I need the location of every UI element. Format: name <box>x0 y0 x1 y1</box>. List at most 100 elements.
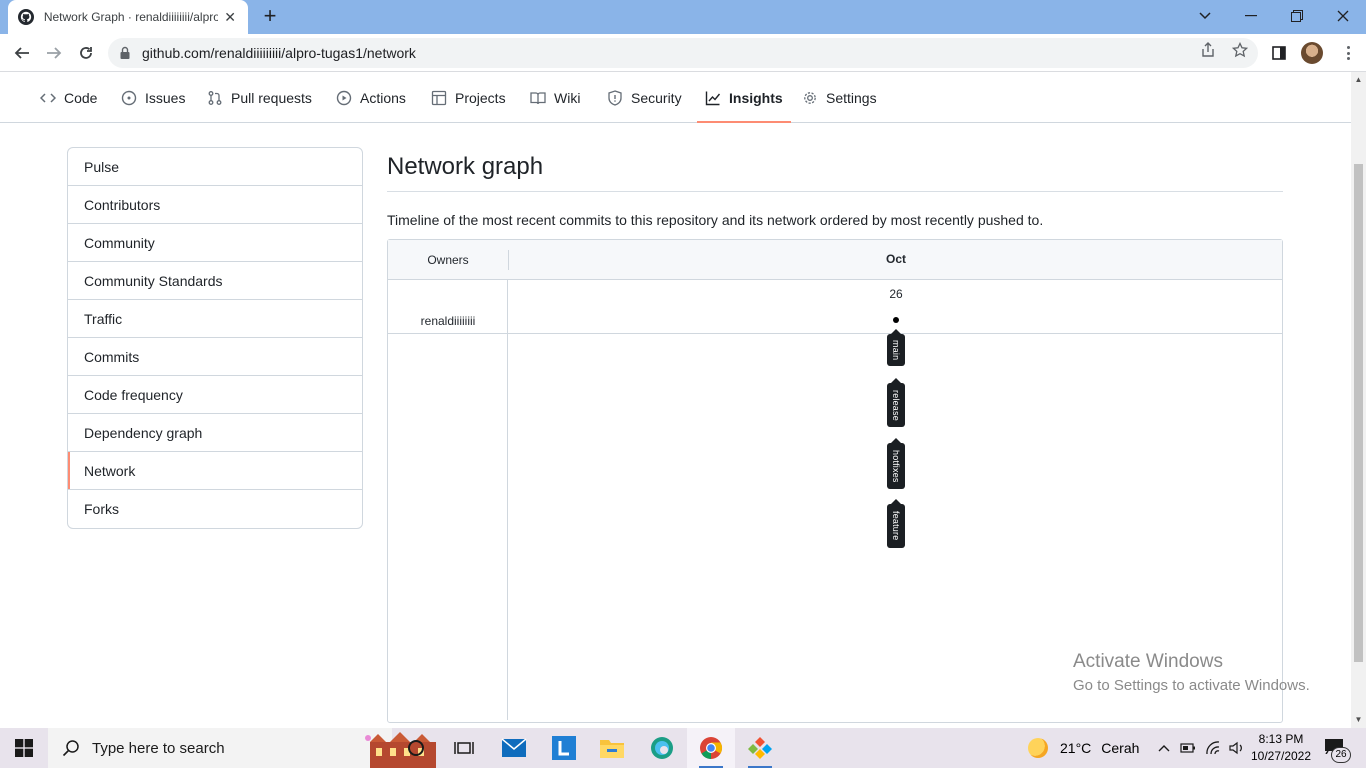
graph-icon <box>705 91 721 105</box>
tab-label: Projects <box>455 89 506 106</box>
table-icon <box>431 90 447 105</box>
branch-name: hotfixes <box>891 449 901 483</box>
sidebar-item-community-standards[interactable]: Community Standards <box>68 262 362 300</box>
side-panel-icon[interactable] <box>1268 42 1290 64</box>
mail-icon[interactable] <box>490 728 538 768</box>
weather-sun-icon <box>1028 738 1048 758</box>
repository-nav: Code Issues Pull requests Actions Projec… <box>0 72 1351 123</box>
tab-search-icon[interactable] <box>1182 0 1228 32</box>
tab-label: Security <box>631 89 682 106</box>
weather-widget[interactable]: 21°C Cerah <box>1028 728 1139 768</box>
tab-code[interactable]: Code <box>40 72 97 123</box>
clock-date: 10/27/2022 <box>1250 749 1312 763</box>
tab-security[interactable]: Security <box>607 72 682 123</box>
scroll-down-icon[interactable]: ▼ <box>1354 715 1363 724</box>
volume-icon[interactable] <box>1229 740 1245 756</box>
browser-tab-strip: Network Graph · renaldiiiiiiii/alpro-tug… <box>0 0 1366 34</box>
header-divider <box>508 250 509 270</box>
tab-issues[interactable]: Issues <box>121 72 185 123</box>
git-app-icon[interactable] <box>736 728 784 768</box>
close-window-icon[interactable] <box>1320 0 1366 32</box>
watermark-subtitle: Go to Settings to activate Windows. <box>1073 677 1310 694</box>
code-icon <box>40 92 56 103</box>
sidebar-item-traffic[interactable]: Traffic <box>68 300 362 338</box>
tab-label: Wiki <box>554 89 581 106</box>
battery-icon[interactable] <box>1180 740 1196 756</box>
share-icon[interactable] <box>1199 41 1217 59</box>
tab-pull-requests[interactable]: Pull requests <box>207 72 312 123</box>
tab-label: Pull requests <box>231 89 312 106</box>
profile-avatar[interactable] <box>1301 42 1323 64</box>
show-hidden-icons-icon[interactable] <box>1156 740 1172 756</box>
tab-title: Network Graph · renaldiiiiiiii/alpro-tug… <box>43 10 219 24</box>
sidebar-item-commits[interactable]: Commits <box>68 338 362 376</box>
branch-label-main[interactable]: main <box>887 329 905 366</box>
tab-actions[interactable]: Actions <box>336 72 406 123</box>
browser-tab[interactable]: Network Graph · renaldiiiiiiii/alpro-tug… <box>8 0 248 34</box>
reload-icon[interactable] <box>73 40 99 66</box>
tab-label: Settings <box>826 89 877 106</box>
book-icon <box>530 91 546 104</box>
page-scrollbar[interactable]: ▲ ▼ <box>1351 72 1366 728</box>
wifi-icon[interactable] <box>1205 740 1221 756</box>
search-icon <box>62 740 79 757</box>
edge-browser-icon[interactable] <box>638 728 686 768</box>
watermark-title: Activate Windows <box>1073 651 1223 672</box>
weather-temperature: 21°C <box>1060 740 1092 756</box>
url-text: github.com/renaldiiiiiiiii/alpro-tugas1/… <box>142 45 416 61</box>
branch-label-hotfixes[interactable]: hotfixes <box>887 438 905 489</box>
chrome-browser-icon[interactable] <box>687 728 735 768</box>
page-title: Network graph <box>387 153 544 180</box>
owners-column-divider <box>507 280 508 720</box>
bookmark-star-icon[interactable] <box>1231 41 1249 59</box>
branch-name: main <box>891 339 901 361</box>
system-clock[interactable]: 8:13 PM 10/27/2022 <box>1250 731 1312 765</box>
taskbar-search[interactable] <box>48 728 436 768</box>
tab-insights[interactable]: Insights <box>697 72 791 123</box>
sidebar-item-dependency-graph[interactable]: Dependency graph <box>68 414 362 452</box>
task-view-icon[interactable] <box>440 728 488 768</box>
address-bar[interactable]: github.com/renaldiiiiiiiii/alpro-tugas1/… <box>108 38 1258 68</box>
branch-label-release[interactable]: release <box>887 378 905 427</box>
close-tab-icon[interactable]: ✕ <box>222 9 238 26</box>
tab-settings[interactable]: Settings <box>802 72 877 123</box>
sidebar-item-pulse[interactable]: Pulse <box>68 148 362 186</box>
title-divider <box>387 191 1283 192</box>
tab-wiki[interactable]: Wiki <box>530 72 580 123</box>
owner-row-divider <box>388 333 1282 334</box>
commit-dot[interactable] <box>893 317 899 323</box>
tab-label: Actions <box>360 89 406 106</box>
cortana-icon[interactable] <box>392 728 440 768</box>
gear-icon <box>804 91 816 104</box>
windows-start-icon[interactable] <box>0 728 48 768</box>
scroll-thumb[interactable] <box>1354 164 1363 662</box>
owners-column-header: Owners <box>427 253 469 267</box>
search-input[interactable] <box>92 739 292 757</box>
sidebar-item-community[interactable]: Community <box>68 224 362 262</box>
back-icon[interactable] <box>9 40 35 66</box>
sidebar-item-network[interactable]: Network <box>68 452 362 490</box>
sidebar-item-code-frequency[interactable]: Code frequency <box>68 376 362 414</box>
forward-icon[interactable] <box>41 40 67 66</box>
minimize-icon[interactable] <box>1228 0 1274 32</box>
owner-name[interactable]: renaldiiiiiiii <box>388 314 508 328</box>
sidebar-item-contributors[interactable]: Contributors <box>68 186 362 224</box>
weather-description: Cerah <box>1101 740 1140 756</box>
letter-l-app-icon[interactable] <box>540 728 588 768</box>
month-label: Oct <box>885 252 906 266</box>
browser-menu-icon[interactable] <box>1340 43 1356 63</box>
tab-projects[interactable]: Projects <box>431 72 506 123</box>
branch-label-feature[interactable]: feature <box>887 499 905 548</box>
shield-icon <box>608 89 622 106</box>
new-tab-button[interactable]: + <box>258 5 282 28</box>
restore-icon[interactable] <box>1274 0 1320 32</box>
branch-name: feature <box>891 511 901 541</box>
insights-sidebar: Pulse Contributors Community Community S… <box>67 147 363 529</box>
scroll-up-icon[interactable]: ▲ <box>1354 75 1363 84</box>
file-explorer-icon[interactable] <box>588 728 636 768</box>
graph-header: Owners Oct <box>388 240 1282 280</box>
git-pull-request-icon <box>208 90 222 105</box>
clock-time: 8:13 PM <box>1258 732 1304 746</box>
sidebar-item-forks[interactable]: Forks <box>68 490 362 528</box>
windows-taskbar: 21°C Cerah 8:13 PM 10/27/2022 26 <box>0 728 1366 768</box>
